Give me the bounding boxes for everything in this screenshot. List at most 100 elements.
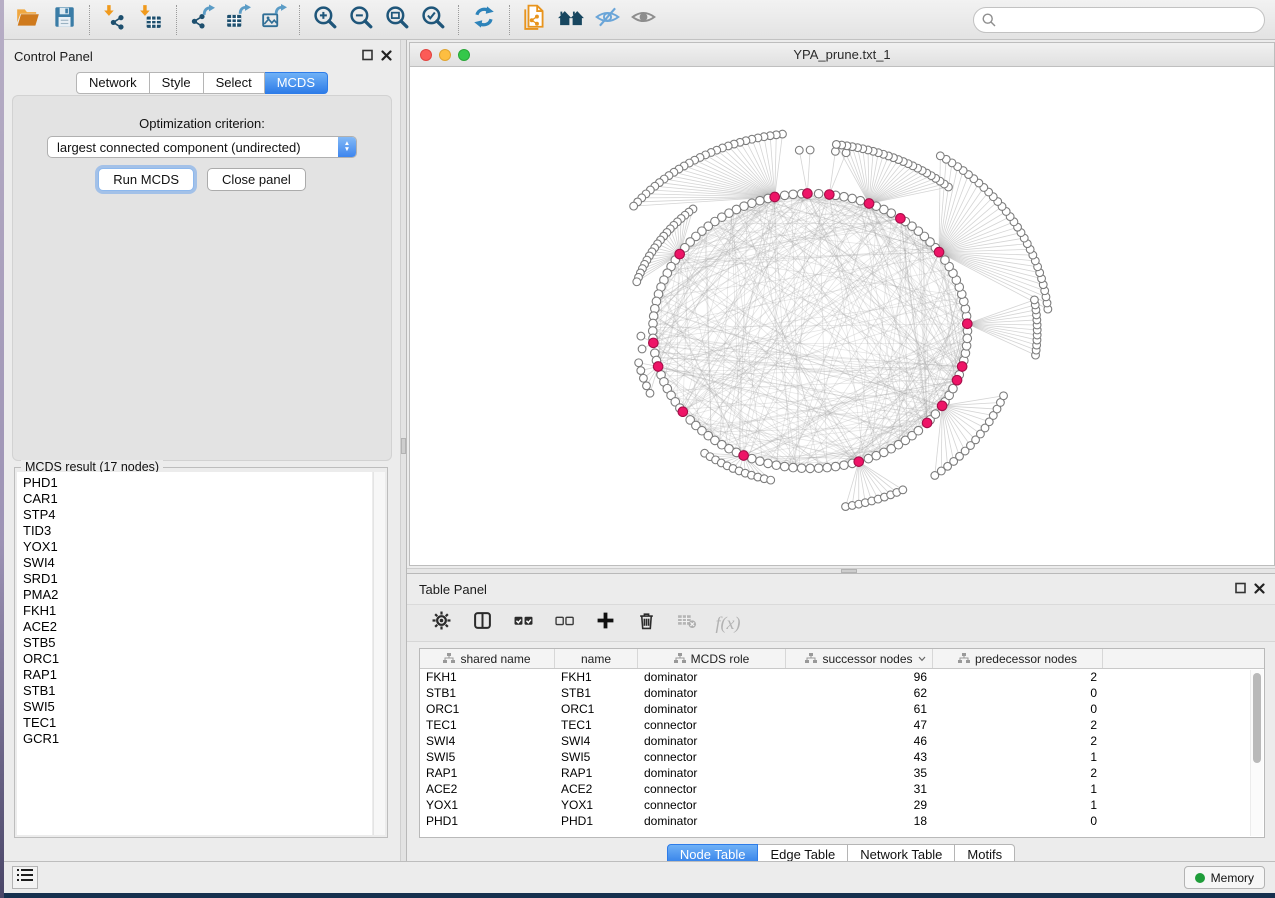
table-row[interactable]: SWI5SWI5connector431 [420,749,1264,765]
memory-button[interactable]: Memory [1184,866,1265,889]
tab-network[interactable]: Network [76,72,150,94]
ring-node[interactable] [949,384,958,393]
dominator-node[interactable] [896,214,906,224]
dominator-node[interactable] [825,190,835,200]
import-network-button[interactable] [97,3,133,37]
table-row[interactable]: YOX1YOX1connector291 [420,797,1264,813]
tab-select[interactable]: Select [204,72,265,94]
mcds-result-item[interactable]: STP4 [23,507,372,523]
panel-splitter[interactable] [400,40,407,861]
ring-node[interactable] [789,190,798,199]
dominator-node[interactable] [922,418,932,428]
ring-node[interactable] [772,461,781,470]
leaf-node[interactable] [1031,296,1039,304]
zoom-in-button[interactable] [307,3,343,37]
column-header-name[interactable]: name [555,649,638,668]
ring-node[interactable] [814,189,823,198]
ring-node[interactable] [914,426,923,435]
dominator-node[interactable] [952,375,962,385]
criterion-select[interactable]: largest connected component (undirected)… [47,136,357,158]
mcds-result-item[interactable]: RAP1 [23,667,372,683]
create-column-button[interactable] [589,608,621,638]
ring-node[interactable] [780,462,789,471]
dominator-node[interactable] [678,407,688,417]
table-splitter[interactable] [407,568,1275,574]
export-table-button[interactable] [220,3,256,37]
dominator-node[interactable] [854,457,864,467]
leaf-node[interactable] [832,141,840,149]
node-table[interactable]: shared namenameMCDS rolesuccessor nodesp… [419,648,1265,838]
deselect-all-button[interactable] [548,608,580,638]
network-overview-button[interactable] [553,3,589,37]
mcds-result-item[interactable]: FKH1 [23,603,372,619]
close-panel-button[interactable]: Close panel [207,168,306,191]
dominator-node[interactable] [653,362,663,372]
export-network-button[interactable] [184,3,220,37]
open-session-button[interactable] [10,3,46,37]
dominator-node[interactable] [937,401,947,411]
tab-mcds[interactable]: MCDS [265,72,328,94]
dominator-node[interactable] [962,319,972,329]
leaf-node[interactable] [899,486,907,494]
dominator-node[interactable] [934,247,944,257]
save-session-button[interactable] [46,3,82,37]
ring-node[interactable] [941,256,950,265]
mcds-result-item[interactable]: SRD1 [23,571,372,587]
leaf-node[interactable] [638,345,646,353]
search-input[interactable] [973,7,1265,33]
mcds-result-item[interactable]: TEC1 [23,715,372,731]
select-all-button[interactable] [507,608,539,638]
mcds-result-item[interactable]: PHD1 [23,475,372,491]
share-document-button[interactable] [517,3,553,37]
close-panel-icon[interactable] [381,50,392,61]
mcds-result-item[interactable]: TID3 [23,523,372,539]
maximize-window-icon[interactable] [458,49,470,61]
ring-node[interactable] [764,459,773,468]
leaf-node[interactable] [646,389,654,397]
table-row[interactable]: ACE2ACE2connector311 [420,781,1264,797]
table-splitter-grip[interactable] [841,569,857,573]
ring-node[interactable] [831,462,840,471]
zoom-fit-button[interactable] [379,3,415,37]
column-header-successor-nodes[interactable]: successor nodes [786,649,933,668]
mcds-result-item[interactable]: YOX1 [23,539,372,555]
table-row[interactable]: RAP1RAP1dominator352 [420,765,1264,781]
leaf-node[interactable] [635,359,643,367]
ring-node[interactable] [931,410,940,419]
ring-node[interactable] [823,463,832,472]
ring-node[interactable] [797,464,806,473]
dominator-node[interactable] [957,362,967,372]
export-image-button[interactable] [256,3,292,37]
ring-node[interactable] [840,192,849,201]
float-panel-icon[interactable] [362,49,373,61]
leaf-node[interactable] [637,367,645,375]
show-details-button[interactable] [625,3,661,37]
leaf-node[interactable] [633,278,641,286]
table-scrollbar[interactable] [1250,670,1263,836]
delete-column-button[interactable] [630,608,662,638]
dominator-node[interactable] [675,249,685,259]
ring-node[interactable] [756,457,765,466]
leaf-node[interactable] [1000,392,1008,400]
network-canvas[interactable] [410,67,1274,565]
leaf-node[interactable] [640,374,648,382]
mcds-result-item[interactable]: PMA2 [23,587,372,603]
ring-node[interactable] [789,463,798,472]
ring-node[interactable] [864,454,873,463]
table-scrollbar-thumb[interactable] [1253,673,1261,763]
splitter-grip[interactable] [401,438,406,454]
ring-node[interactable] [780,191,789,200]
dominator-node[interactable] [739,451,749,461]
leaf-node[interactable] [767,476,775,484]
ring-node[interactable] [840,461,849,470]
ring-node[interactable] [806,464,815,473]
leaf-node[interactable] [643,382,651,390]
apply-layout-button[interactable] [466,3,502,37]
zoom-selected-button[interactable] [415,3,451,37]
table-row[interactable]: TEC1TEC1connector472 [420,717,1264,733]
table-row[interactable]: FKH1FKH1dominator962 [420,669,1264,685]
mcds-result-item[interactable]: SWI4 [23,555,372,571]
chevron-down-icon[interactable] [918,656,926,662]
column-header-MCDS-role[interactable]: MCDS role [638,649,786,668]
dominator-node[interactable] [649,338,659,348]
